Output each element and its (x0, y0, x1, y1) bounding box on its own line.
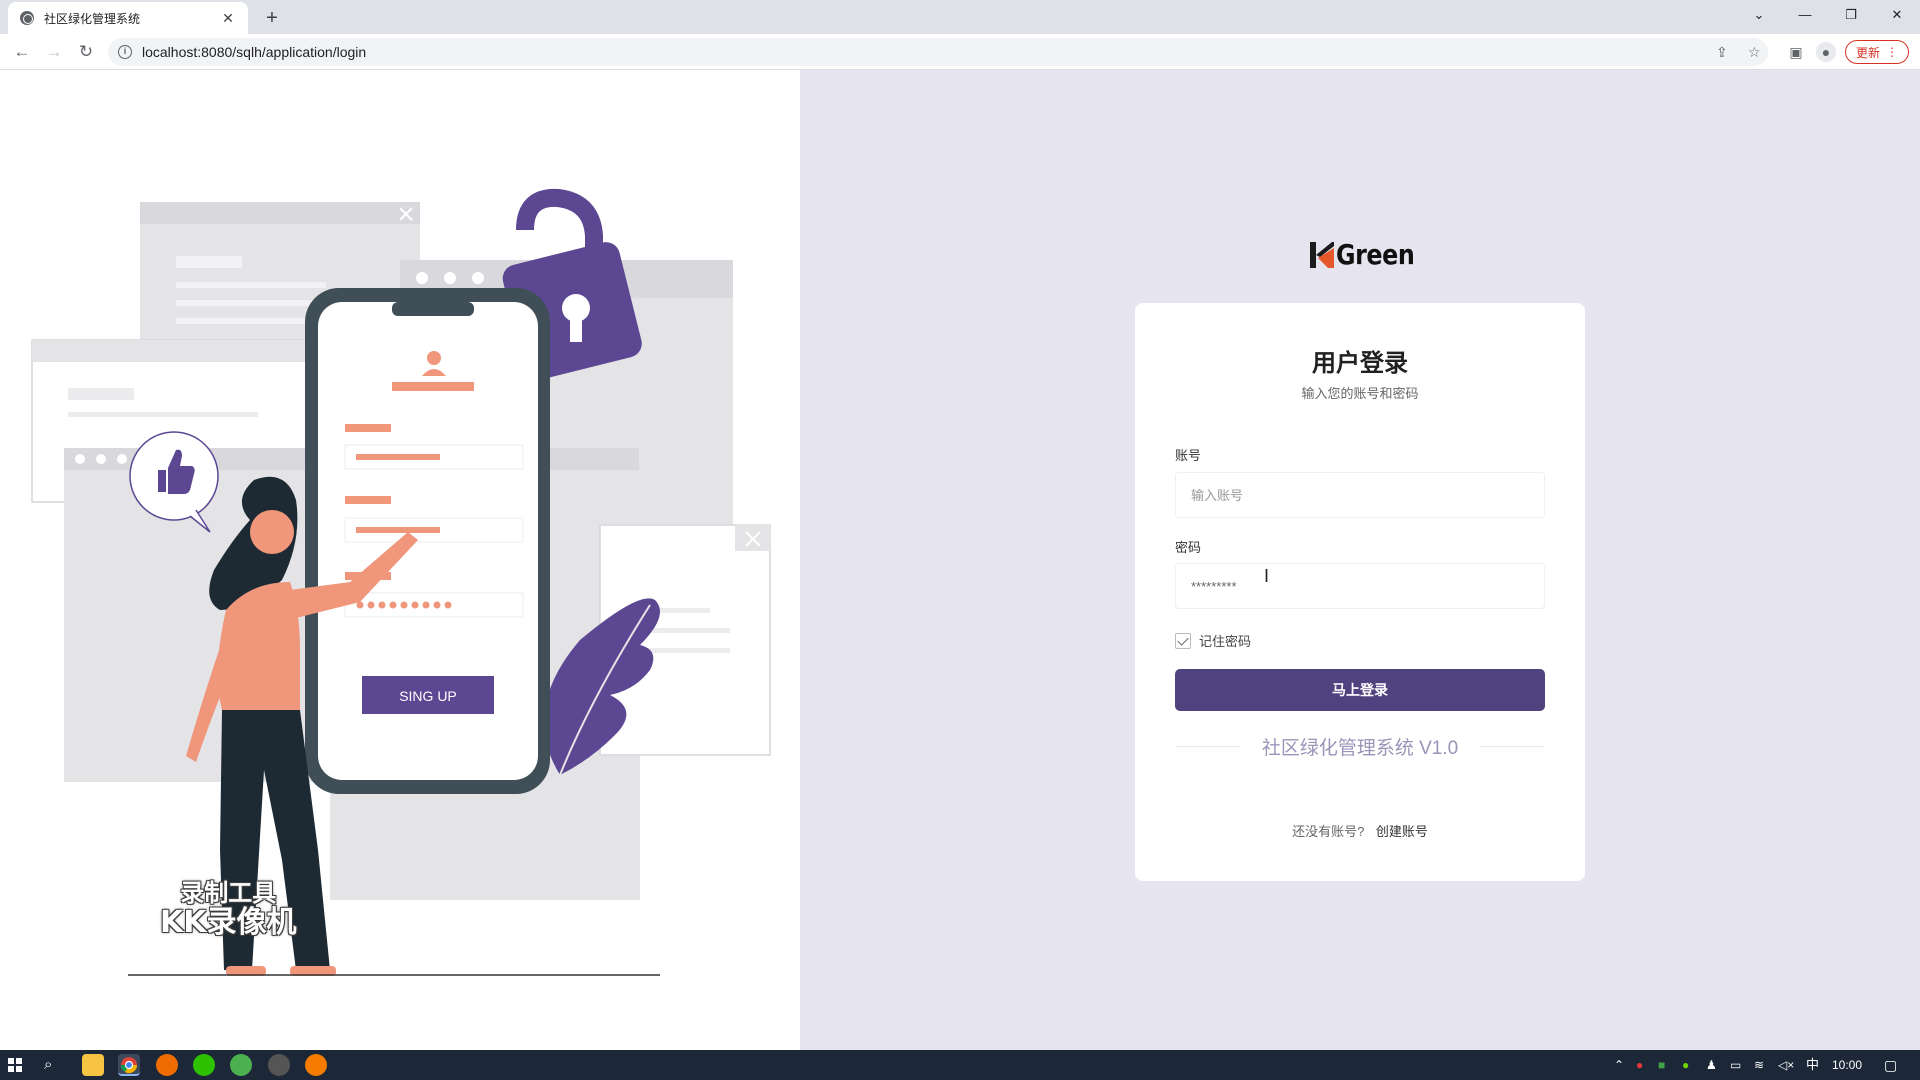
clock[interactable]: 10:00 (1832, 1050, 1862, 1080)
minimize-button[interactable]: — (1782, 0, 1828, 30)
tray-app-icon[interactable]: ■ (1658, 1050, 1665, 1080)
remember-password[interactable]: 记住密码 (1175, 631, 1251, 650)
tab-search-icon[interactable]: ⌄ (1736, 0, 1782, 30)
tab-title: 社区绿化管理系统 (44, 11, 141, 26)
menu-dots-icon: ⋮ (1886, 45, 1898, 59)
browser-toolbar: ← → ↻ i localhost:8080/sqlh/application/… (0, 34, 1920, 70)
wechat-icon[interactable] (193, 1054, 215, 1076)
watermark-line1: 录制工具 (180, 879, 277, 907)
globe-icon (20, 11, 34, 25)
brand-logo: Green (1310, 238, 1428, 271)
recorder-icon[interactable] (305, 1054, 327, 1076)
browser-tab[interactable]: 社区绿化管理系统 ✕ (8, 2, 248, 34)
password-input[interactable] (1175, 563, 1545, 609)
settings-icon[interactable] (268, 1054, 290, 1076)
system-name-divider: 社区绿化管理系统 V1.0 (1175, 735, 1545, 759)
browser-tab-bar: 社区绿化管理系统 ✕ + ⌄ — ❐ ✕ (0, 0, 1920, 34)
remember-checkbox[interactable] (1175, 632, 1191, 649)
login-subtitle: 输入您的账号和密码 (1301, 386, 1419, 401)
search-tool-icon[interactable] (156, 1054, 178, 1076)
close-tab-icon[interactable]: ✕ (220, 10, 236, 27)
update-button[interactable]: 更新 ⋮ (1845, 40, 1909, 64)
system-name: 社区绿化管理系统 V1.0 (1261, 737, 1459, 759)
illustration-pane: SING UP 录制工具 KK录像机 (0, 70, 800, 1050)
login-card: 用户登录 输入您的账号和密码 账号 密码 记住密码 马上登录 社区绿化管理系统 … (1135, 303, 1585, 881)
share-icon[interactable]: ⇪ (1716, 38, 1728, 66)
tray-network-icon[interactable]: ▭ (1730, 1050, 1741, 1080)
watermark-line2: KK录像机 (160, 905, 297, 940)
tray-qq-icon[interactable]: ♟ (1706, 1050, 1717, 1080)
page-content: SING UP 录制工具 KK录像机 Green 用户登录 输入您的账号和密码 … (0, 70, 1920, 1050)
profile-icon[interactable]: ● (1816, 42, 1836, 62)
close-window-button[interactable]: ✕ (1874, 0, 1920, 30)
forward-icon[interactable]: → (40, 38, 68, 66)
tray-app-icon[interactable]: ● (1636, 1050, 1643, 1080)
search-icon[interactable]: ⌕ (44, 1050, 52, 1080)
logo-text: Green (1336, 238, 1415, 271)
new-tab-button[interactable]: + (258, 4, 286, 32)
divider-line (1175, 745, 1240, 747)
remember-label: 记住密码 (1199, 634, 1252, 649)
restore-button[interactable]: ❐ (1828, 0, 1874, 30)
app-icon[interactable] (230, 1054, 252, 1076)
divider-line (1480, 745, 1545, 747)
logo-mark-icon (1310, 241, 1334, 268)
back-icon[interactable]: ← (8, 38, 36, 66)
side-panel-icon[interactable]: ▣ (1786, 42, 1806, 62)
info-icon[interactable]: i (118, 45, 132, 59)
login-illustration: SING UP (31, 188, 771, 976)
text-cursor-icon: Ι (1264, 566, 1270, 586)
notification-icon[interactable]: ▢ (1884, 1050, 1897, 1080)
account-label: 账号 (1175, 448, 1202, 463)
signup-row: 还没有账号? 创建账号 (1135, 821, 1585, 840)
tray-expand-icon[interactable]: ⌃ (1614, 1050, 1624, 1080)
create-account-link[interactable]: 创建账号 (1376, 824, 1428, 839)
wifi-icon[interactable]: ≋ (1754, 1050, 1764, 1080)
reload-icon[interactable]: ↻ (72, 38, 100, 66)
update-label: 更新 (1855, 45, 1880, 60)
star-icon[interactable]: ☆ (1748, 38, 1761, 66)
windows-taskbar: ⌕ ⌃ ● ■ ● ♟ ▭ ≋ ◁× 中 10:00 ▢ (0, 1050, 1920, 1080)
volume-icon[interactable]: ◁× (1778, 1050, 1794, 1080)
url-text: localhost:8080/sqlh/application/login (142, 44, 367, 60)
login-button[interactable]: 马上登录 (1175, 669, 1545, 711)
no-account-text: 还没有账号? (1292, 824, 1365, 839)
tray-wechat-icon[interactable]: ● (1682, 1050, 1689, 1080)
illustration-signup-text: SING UP (399, 688, 457, 704)
account-input[interactable] (1175, 472, 1545, 518)
ime-indicator[interactable]: 中 (1806, 1050, 1819, 1080)
address-bar[interactable]: i localhost:8080/sqlh/application/login … (108, 38, 1768, 66)
windows-start-icon[interactable] (8, 1058, 22, 1072)
login-title: 用户登录 (1312, 350, 1408, 377)
file-explorer-icon[interactable] (82, 1054, 104, 1076)
chrome-icon[interactable] (118, 1054, 140, 1076)
password-label: 密码 (1175, 540, 1202, 555)
recorder-watermark: 录制工具 KK录像机 (160, 878, 297, 938)
